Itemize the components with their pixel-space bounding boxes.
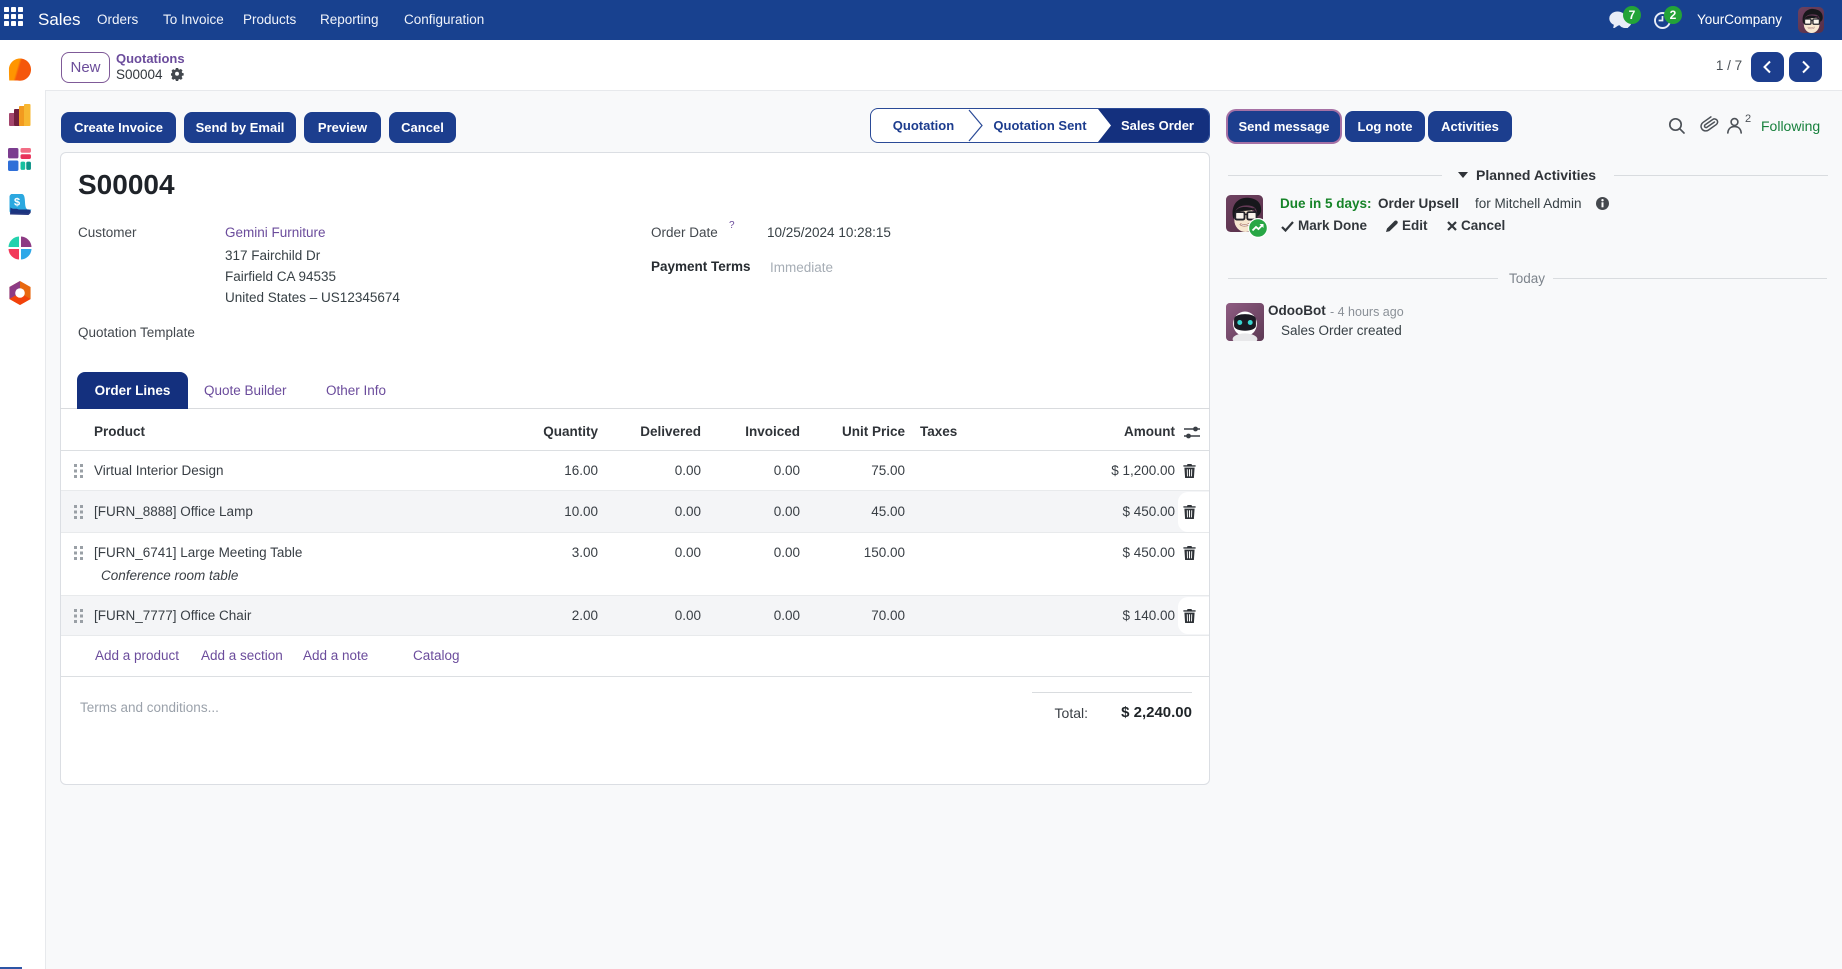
svg-text:$: $	[14, 197, 20, 209]
